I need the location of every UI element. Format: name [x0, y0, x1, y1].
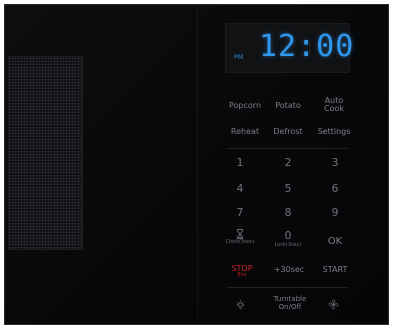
light-button[interactable] — [235, 299, 247, 310]
key-8[interactable]: 8 — [272, 207, 304, 219]
ok-button[interactable]: OK — [319, 236, 351, 248]
am-pm-indicator: PM — [234, 54, 244, 61]
clock-sublabel: Clock(3sec) — [225, 239, 255, 245]
separator-line — [227, 148, 348, 149]
key-2[interactable]: 2 — [272, 157, 304, 169]
clock-display: PM 12:00 — [225, 23, 353, 73]
start-button[interactable]: START — [316, 265, 354, 274]
popcorn-button[interactable]: Popcorn — [224, 101, 266, 110]
key-0[interactable]: 0 Lock(3sec) — [268, 230, 308, 248]
hourglass-icon — [236, 229, 244, 239]
key-5[interactable]: 5 — [272, 183, 304, 195]
oven-door-window — [8, 56, 83, 250]
light-bulb-icon — [235, 299, 247, 310]
key-1[interactable]: 1 — [224, 157, 256, 169]
key-0-label: 0 — [284, 229, 292, 242]
fan-icon — [328, 299, 340, 310]
eco-sublabel: Eco — [237, 272, 247, 279]
separator-line-bottom — [227, 287, 348, 288]
defrost-button[interactable]: Defrost — [267, 127, 309, 136]
plus-30-sec-button[interactable]: +30sec — [268, 265, 310, 274]
key-6[interactable]: 6 — [319, 183, 351, 195]
panel-divider — [197, 4, 198, 324]
lock-sublabel: Lock(3sec) — [274, 241, 302, 248]
fan-button[interactable] — [328, 299, 340, 310]
settings-button[interactable]: Settings — [313, 127, 355, 136]
time-readout: 12:00 — [259, 29, 355, 64]
stop-button[interactable]: STOP Eco — [224, 264, 260, 279]
key-3[interactable]: 3 — [319, 157, 351, 169]
auto-cook-button[interactable]: Auto Cook — [313, 96, 355, 114]
potato-button[interactable]: Potato — [267, 101, 309, 110]
clock-button[interactable]: Clock(3sec) — [220, 229, 260, 245]
key-4[interactable]: 4 — [224, 183, 256, 195]
reheat-button[interactable]: Reheat — [224, 127, 266, 136]
key-9[interactable]: 9 — [319, 207, 351, 219]
key-7[interactable]: 7 — [224, 207, 256, 219]
turntable-button[interactable]: Turntable On/Off — [265, 295, 315, 311]
